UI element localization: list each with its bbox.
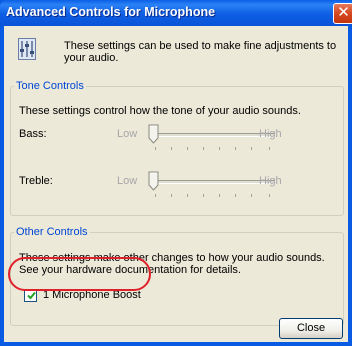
header-description: These settings can be used to make fine …: [64, 40, 337, 64]
bass-slider-track[interactable]: [149, 133, 275, 137]
bass-ticks: [155, 147, 275, 151]
tone-controls-group: Tone Controls These settings control how…: [10, 80, 344, 216]
other-controls-legend: Other Controls: [16, 226, 88, 238]
bass-high-label: High: [259, 128, 282, 140]
treble-slider-thumb[interactable]: [148, 171, 159, 191]
dialog-body: These settings can be used to make fine …: [4, 26, 348, 342]
window-title: Advanced Controls for Microphone: [6, 5, 216, 19]
bass-low-label: Low: [117, 128, 138, 140]
highlight-annotation: [8, 257, 151, 291]
tone-controls-description: These settings control how the tone of y…: [19, 105, 301, 117]
mixer-icon: [18, 38, 36, 60]
checkmark-icon: [27, 291, 36, 300]
title-bar[interactable]: Advanced Controls for Microphone ✕: [0, 0, 352, 26]
window-close-button[interactable]: ✕: [333, 3, 352, 24]
treble-ticks: [155, 194, 275, 198]
treble-slider-track[interactable]: [149, 180, 275, 184]
close-button[interactable]: Close: [279, 318, 343, 339]
treble-label: Treble:: [19, 175, 53, 187]
treble-high-label: High: [259, 175, 282, 187]
tone-controls-legend: Tone Controls: [16, 80, 84, 92]
close-icon: ✕: [337, 4, 350, 21]
dialog-window: Advanced Controls for Microphone ✕ These…: [0, 0, 352, 346]
microphone-boost-checkbox-row[interactable]: 1 Microphone Boost: [24, 289, 154, 303]
treble-low-label: Low: [117, 175, 138, 187]
bass-slider-thumb[interactable]: [148, 124, 159, 144]
bass-label: Bass:: [19, 128, 47, 140]
